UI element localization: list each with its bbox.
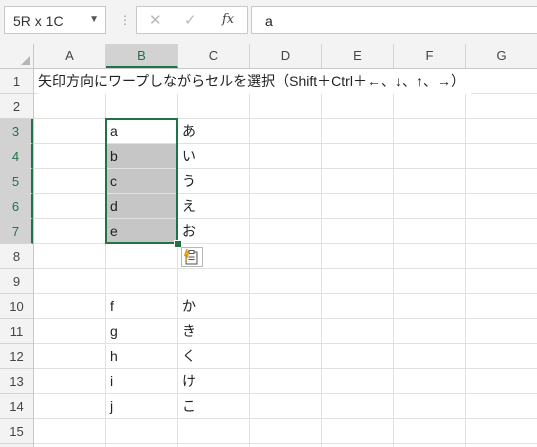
row-header-10[interactable]: 10 — [0, 294, 33, 319]
cell-c13[interactable]: け — [182, 369, 196, 394]
row-header-6[interactable]: 6 — [0, 194, 33, 219]
row-header-5[interactable]: 5 — [0, 169, 33, 194]
column-header-b[interactable]: B — [106, 44, 178, 68]
formula-input[interactable]: a — [251, 6, 537, 34]
selection-border — [105, 118, 178, 244]
gridline — [249, 69, 250, 447]
column-header-a[interactable]: A — [34, 44, 106, 68]
cell-b10[interactable]: f — [110, 294, 114, 319]
cell-b12[interactable]: h — [110, 344, 118, 369]
column-header-f[interactable]: F — [394, 44, 466, 68]
cell-c5[interactable]: う — [182, 169, 196, 194]
row-header-1[interactable]: 1 — [0, 69, 33, 94]
cell-area: 矢印方向にワープしながらセルを選択（Shift＋Ctrl＋←、↓、↑、→） a あ b… — [34, 69, 537, 447]
select-all-icon — [21, 56, 30, 65]
cell-c4[interactable]: い — [182, 144, 196, 169]
row-header-12[interactable]: 12 — [0, 344, 33, 369]
paste-options-icon[interactable] — [181, 247, 203, 267]
row-header-14[interactable]: 14 — [0, 394, 33, 419]
cell-b14[interactable]: j — [110, 394, 113, 419]
column-header-e[interactable]: E — [322, 44, 394, 68]
cell-c11[interactable]: き — [182, 319, 196, 344]
name-box[interactable]: 5R x 1C ▼ — [4, 6, 106, 34]
gridline — [34, 443, 537, 444]
gridline — [393, 69, 394, 447]
cell-c14[interactable]: こ — [182, 394, 196, 419]
formula-value: a — [265, 13, 273, 29]
formula-bar: 5R x 1C ▼ ⋮ ✕ ✓ fx a — [0, 0, 537, 45]
gridline — [465, 69, 466, 447]
row-header-2[interactable]: 2 — [0, 94, 33, 119]
cancel-icon[interactable]: ✕ — [149, 11, 162, 29]
row-header-9[interactable]: 9 — [0, 269, 33, 294]
row-header-8[interactable]: 8 — [0, 244, 33, 269]
cell-b11[interactable]: g — [110, 319, 118, 344]
row-header-3[interactable]: 3 — [0, 119, 33, 144]
gridline — [34, 268, 537, 269]
enter-icon[interactable]: ✓ — [184, 11, 197, 29]
spreadsheet-grid: ABCDEFG 1 2 3 4 5 6 7 8 9 10 11 12 13 14 15 矢印方向にワープしな… — [0, 44, 537, 447]
select-all-button[interactable] — [0, 44, 34, 68]
cell-c10[interactable]: か — [182, 294, 196, 319]
column-header-c[interactable]: C — [178, 44, 250, 68]
column-headers: ABCDEFG — [0, 44, 537, 69]
cell-a1[interactable]: 矢印方向にワープしながらセルを選択（Shift＋Ctrl＋←、↓、↑、→） — [38, 69, 471, 94]
column-header-g[interactable]: G — [466, 44, 537, 68]
row-header-11[interactable]: 11 — [0, 319, 33, 344]
name-box-value: 5R x 1C — [13, 13, 64, 29]
formula-bar-separator[interactable]: ⋮ — [119, 10, 131, 30]
cell-c3[interactable]: あ — [182, 119, 196, 144]
cell-b13[interactable]: i — [110, 369, 113, 394]
row-header-15[interactable]: 15 — [0, 419, 33, 444]
clipboard-icon — [183, 248, 198, 265]
cell-c6[interactable]: え — [182, 194, 196, 219]
row-header-7[interactable]: 7 — [0, 219, 33, 244]
chevron-down-icon[interactable]: ▼ — [89, 14, 99, 25]
row-header-4[interactable]: 4 — [0, 144, 33, 169]
insert-function-button[interactable]: fx — [222, 12, 234, 27]
formula-buttons: ✕ ✓ fx — [136, 6, 248, 34]
gridline — [321, 69, 322, 447]
cell-c12[interactable]: く — [182, 344, 196, 369]
column-header-d[interactable]: D — [250, 44, 322, 68]
cell-c7[interactable]: お — [182, 219, 196, 244]
row-header-13[interactable]: 13 — [0, 369, 33, 394]
row-headers: 1 2 3 4 5 6 7 8 9 10 11 12 13 14 15 — [0, 69, 34, 447]
